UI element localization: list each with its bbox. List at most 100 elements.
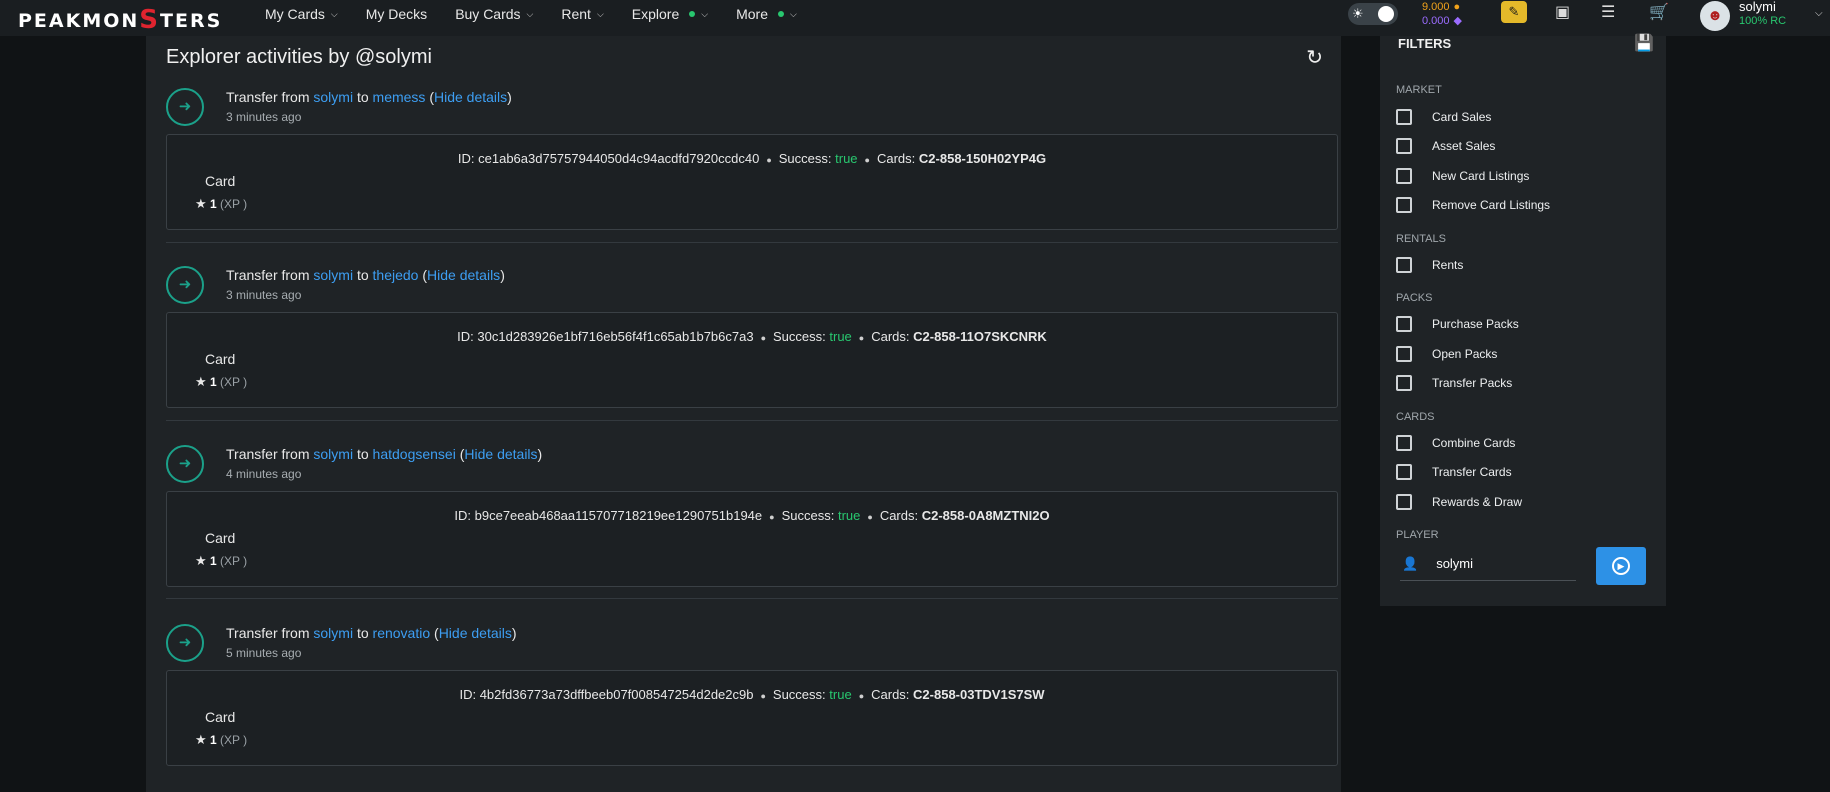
page-title: Explorer activities by @solymi xyxy=(166,46,432,68)
activity-summary: Transfer from solymi to hatdogsensei (Hi… xyxy=(226,446,543,462)
filter-transfer-packs[interactable]: Transfer Packs xyxy=(1396,375,1512,391)
filter-remove-card-listings[interactable]: Remove Card Listings xyxy=(1396,197,1550,213)
nav-buy-cards[interactable]: Buy Cards ⌵ xyxy=(455,6,533,22)
transaction-id: 30c1d283926e1bf716eb56f4f1c65ab1b7b6c7a3 xyxy=(477,329,754,344)
peakmonsters-logo[interactable]: PEAKMONSTERS xyxy=(18,4,222,35)
filter-card-sales[interactable]: Card Sales xyxy=(1396,109,1491,125)
transfer-icon: ➜ xyxy=(166,88,204,126)
nav-explore[interactable]: Explore ⌵ xyxy=(632,6,708,22)
card-label: Card xyxy=(205,709,236,725)
filter-rewards-draw[interactable]: Rewards & Draw xyxy=(1396,494,1522,510)
status-dot xyxy=(689,11,696,17)
balance-2: 0.000 xyxy=(1422,15,1450,27)
filter-asset-sales[interactable]: Asset Sales xyxy=(1396,138,1495,154)
chevron-down-icon: ⌵ xyxy=(330,8,338,19)
avatar[interactable]: ☻ xyxy=(1700,1,1730,31)
activity-details: ID: b9ce7eeab468aa115707718219ee1290751b… xyxy=(166,491,1338,587)
apply-filter-button[interactable]: ▶ xyxy=(1596,547,1646,585)
from-user-link[interactable]: solymi xyxy=(313,89,353,105)
transaction-meta: ID: 4b2fd36773a73dffbeeb07f008547254d2de… xyxy=(459,687,1045,702)
card-level: ★ 1 (XP ) xyxy=(195,732,248,747)
hide-details-link[interactable]: Hide details xyxy=(434,89,507,105)
hide-details-link[interactable]: Hide details xyxy=(464,446,537,462)
checkbox[interactable] xyxy=(1396,435,1412,451)
timestamp: 5 minutes ago xyxy=(226,646,302,660)
section-packs: PACKS xyxy=(1396,292,1433,304)
to-user-link[interactable]: memess xyxy=(373,89,426,105)
filter-open-packs[interactable]: Open Packs xyxy=(1396,346,1497,362)
user-menu[interactable]: solymi 100% RC ⌵ xyxy=(1739,0,1823,28)
card-label: Card xyxy=(205,530,236,546)
chevron-down-icon: ⌵ xyxy=(789,8,797,19)
balances: 9.000 ● 0.000 ◆ xyxy=(1422,0,1462,28)
checkbox[interactable] xyxy=(1396,138,1412,154)
nav-rent[interactable]: Rent ⌵ xyxy=(561,6,603,22)
from-user-link[interactable]: solymi xyxy=(313,446,353,462)
hide-details-link[interactable]: Hide details xyxy=(439,625,512,641)
activity-summary: Transfer from solymi to renovatio (Hide … xyxy=(226,625,517,641)
card-level: ★ 1 (XP ) xyxy=(195,374,248,389)
nav-my-decks[interactable]: My Decks xyxy=(366,6,427,22)
checkbox[interactable] xyxy=(1396,494,1412,510)
checkbox[interactable] xyxy=(1396,109,1412,125)
timestamp: 4 minutes ago xyxy=(226,467,302,481)
activity-details: ID: ce1ab6a3d75757944050d4c94acdfd7920cc… xyxy=(166,134,1338,230)
user-icon: 👤 xyxy=(1402,555,1419,571)
checkbox[interactable] xyxy=(1396,375,1412,391)
card-id: C2-858-0A8MZTNI2O xyxy=(921,508,1050,523)
filter-rents[interactable]: Rents xyxy=(1396,257,1463,273)
success-value: true xyxy=(829,687,852,702)
sun-icon: ☀ xyxy=(1352,6,1364,21)
transaction-id: 4b2fd36773a73dffbeeb07f008547254d2de2c9b xyxy=(479,687,754,702)
activity-summary: Transfer from solymi to memess (Hide det… xyxy=(226,89,512,105)
cart-icon[interactable]: 🛒 xyxy=(1649,2,1669,22)
filter-purchase-packs[interactable]: Purchase Packs xyxy=(1396,316,1519,332)
inbox-icon[interactable]: ▣ xyxy=(1555,2,1570,22)
chat-icon[interactable]: ✎ xyxy=(1501,1,1527,23)
card-label: Card xyxy=(205,173,236,189)
coin-icon: ● xyxy=(1453,1,1461,13)
username: solymi xyxy=(1739,0,1776,14)
hide-details-link[interactable]: Hide details xyxy=(427,267,500,283)
nav-my-cards[interactable]: My Cards ⌵ xyxy=(265,6,338,22)
layers-icon[interactable]: ☰ xyxy=(1601,2,1615,22)
card-level: ★ 1 (XP ) xyxy=(195,196,248,211)
filters-panel: FILTERS 💾 MARKET Card Sales Asset Sales … xyxy=(1380,33,1666,606)
chevron-down-icon: ⌵ xyxy=(1815,8,1823,19)
checkbox[interactable] xyxy=(1396,257,1412,273)
section-rentals: RENTALS xyxy=(1396,233,1446,245)
transaction-id: b9ce7eeab468aa115707718219ee1290751b194e xyxy=(474,508,763,523)
theme-toggle[interactable]: ☀ xyxy=(1348,3,1398,25)
status-dot xyxy=(777,11,784,17)
checkbox[interactable] xyxy=(1396,346,1412,362)
section-player: PLAYER xyxy=(1396,529,1439,541)
checkbox[interactable] xyxy=(1396,197,1412,213)
filter-combine-cards[interactable]: Combine Cards xyxy=(1396,435,1515,451)
rc-indicator: 100% RC xyxy=(1739,15,1787,27)
transaction-meta: ID: ce1ab6a3d75757944050d4c94acdfd7920cc… xyxy=(457,151,1047,166)
to-user-link[interactable]: renovatio xyxy=(373,625,431,641)
nav-more[interactable]: More ⌵ xyxy=(736,6,797,22)
refresh-icon[interactable]: ↻ xyxy=(1306,45,1323,70)
timestamp: 3 minutes ago xyxy=(226,288,302,302)
to-user-link[interactable]: hatdogsensei xyxy=(373,446,456,462)
checkbox[interactable] xyxy=(1396,168,1412,184)
card-level: ★ 1 (XP ) xyxy=(195,553,248,568)
checkbox[interactable] xyxy=(1396,464,1412,480)
transaction-id: ce1ab6a3d75757944050d4c94acdfd7920ccdc40 xyxy=(478,151,760,166)
save-icon[interactable]: 💾 xyxy=(1634,33,1654,53)
card-id: C2-858-150H02YP4G xyxy=(918,151,1047,166)
to-user-link[interactable]: thejedo xyxy=(373,267,419,283)
card-id: C2-858-11O7SKCNRK xyxy=(913,329,1047,344)
player-value[interactable]: solymi xyxy=(1436,556,1473,571)
filter-new-card-listings[interactable]: New Card Listings xyxy=(1396,168,1529,184)
divider xyxy=(166,598,1338,599)
balance-1: 9.000 xyxy=(1422,1,1450,13)
arrow-right-icon: ▶ xyxy=(1612,557,1630,575)
player-input[interactable]: 👤 solymi xyxy=(1400,547,1576,581)
from-user-link[interactable]: solymi xyxy=(313,267,353,283)
checkbox[interactable] xyxy=(1396,316,1412,332)
transfer-icon: ➜ xyxy=(166,624,204,662)
filter-transfer-cards[interactable]: Transfer Cards xyxy=(1396,464,1512,480)
from-user-link[interactable]: solymi xyxy=(313,625,353,641)
